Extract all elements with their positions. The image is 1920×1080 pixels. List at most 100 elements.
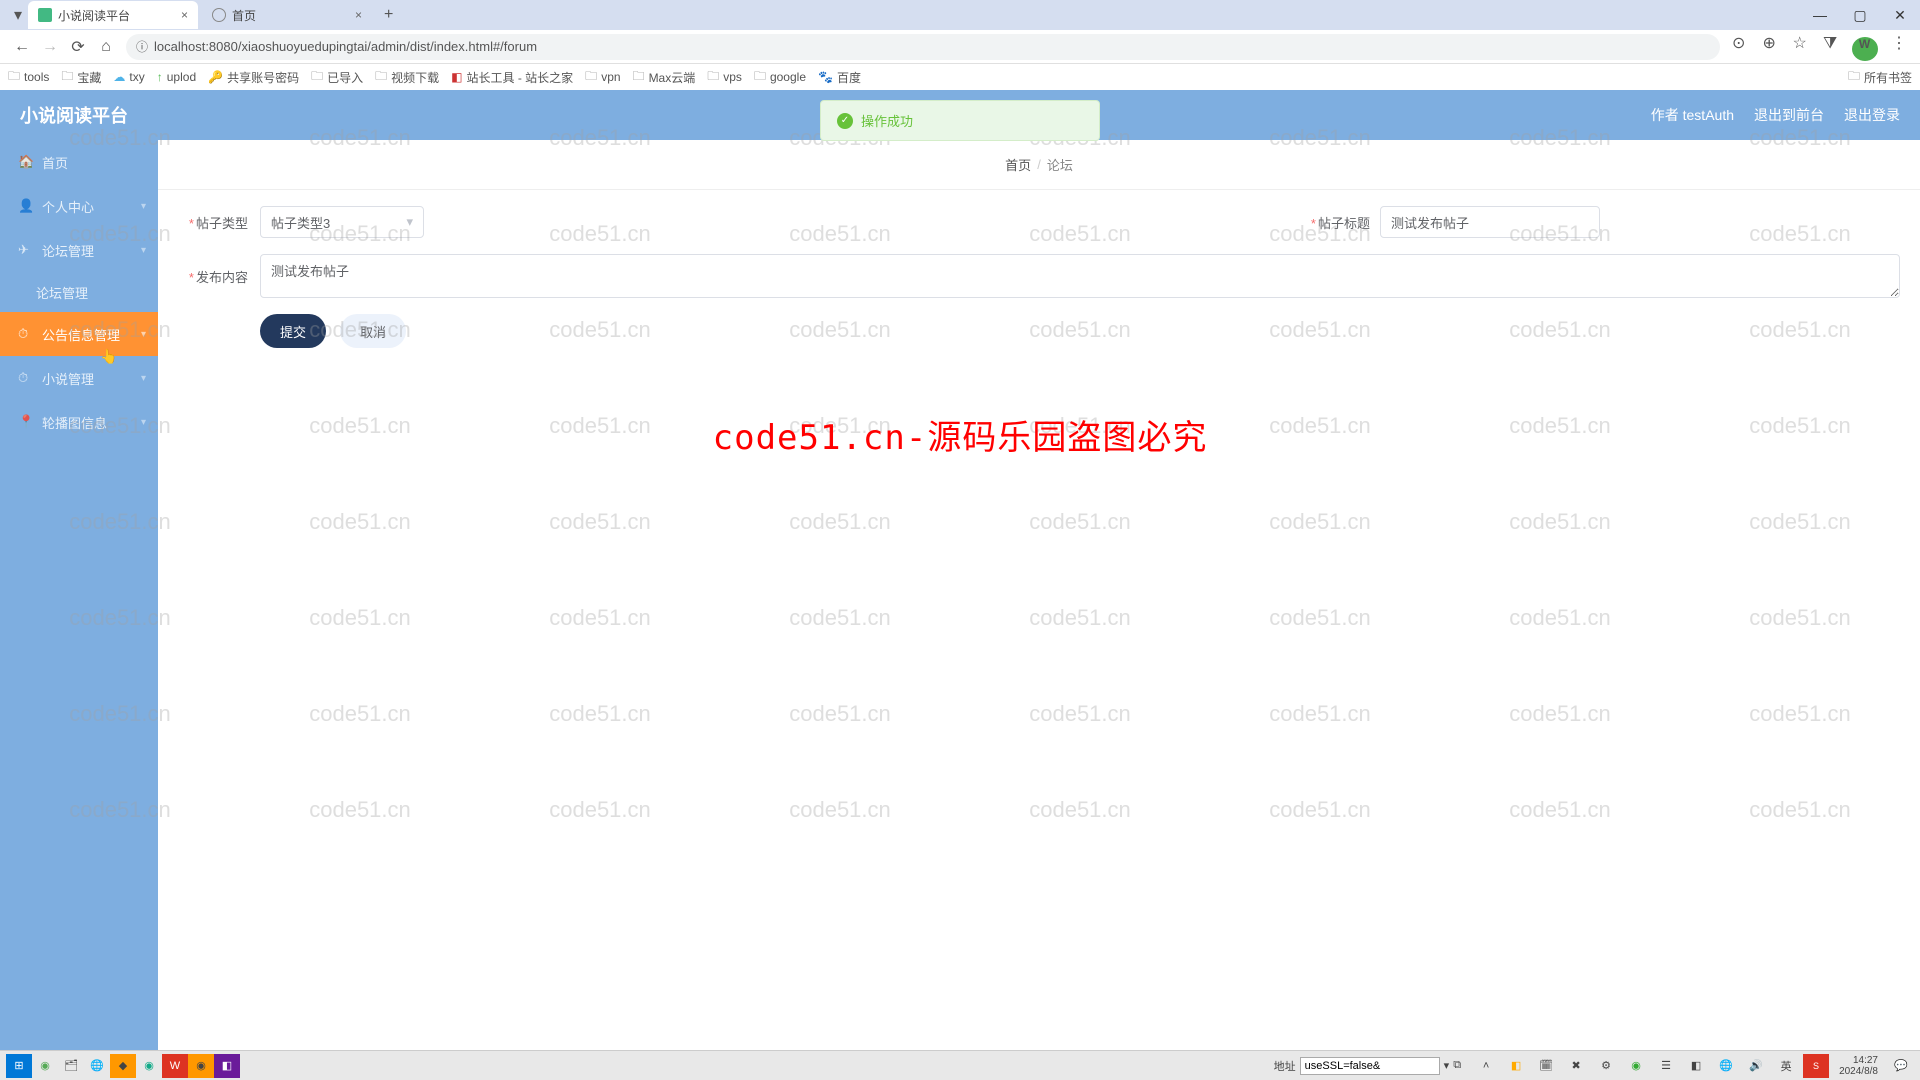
home-icon[interactable]: ⌂ xyxy=(92,38,120,56)
sidebar-item-home[interactable]: 🏠首页 xyxy=(0,140,158,184)
post-title-input[interactable] xyxy=(1380,206,1600,238)
breadcrumb-home[interactable]: 首页 xyxy=(1005,155,1031,174)
bookmarks-bar: 🗀tools 🗀宝藏 ☁txy ↑uplod 🔑共享账号密码 🗀已导入 🗀视频下… xyxy=(0,64,1920,90)
app-icon[interactable]: ◉ xyxy=(188,1054,214,1078)
bookmark-item[interactable]: ↑uplod xyxy=(157,70,196,84)
folder-icon: 🗀 xyxy=(633,67,645,88)
minimize-icon[interactable]: — xyxy=(1800,7,1840,24)
window-controls: — ▢ ✕ xyxy=(1800,7,1920,24)
folder-icon: 🗀 xyxy=(61,67,73,88)
tray-icon[interactable]: ◉ xyxy=(1623,1054,1649,1078)
user-label[interactable]: 作者 testAuth xyxy=(1651,105,1734,125)
copy-icon[interactable]: ⧉ xyxy=(1453,1059,1461,1072)
cancel-button[interactable]: 取消 xyxy=(340,314,406,348)
tray-chevron-icon[interactable]: ˄ xyxy=(1473,1054,1499,1078)
tray-icon[interactable]: 🗓 xyxy=(1533,1054,1559,1078)
chevron-down-icon: ▾ xyxy=(141,373,146,384)
chevron-down-icon: ▾ xyxy=(141,417,146,428)
clock-icon: ⏱ xyxy=(18,370,34,386)
sidebar: 🏠首页 👤个人中心▾ ✈论坛管理▾ 论坛管理 ⏱公告信息管理▾ ⏱小说管理▾ 📍… xyxy=(0,140,158,1050)
tab-title: 首页 xyxy=(232,7,256,24)
sidebar-item-profile[interactable]: 👤个人中心▾ xyxy=(0,184,158,228)
bookmark-item[interactable]: 🗀google xyxy=(754,67,806,88)
date-text: 2024/8/8 xyxy=(1839,1066,1878,1077)
all-bookmarks[interactable]: 🗀所有书签 xyxy=(1848,67,1912,88)
sidebar-item-forum[interactable]: ✈论坛管理▾ xyxy=(0,228,158,272)
post-type-select[interactable]: 帖子类型3 ▾ xyxy=(260,206,424,238)
new-tab-button[interactable]: + xyxy=(376,6,401,24)
bookmark-item[interactable]: 🗀宝藏 xyxy=(61,67,101,88)
sidebar-item-novel[interactable]: ⏱小说管理▾ xyxy=(0,356,158,400)
edge-icon[interactable]: ◉ xyxy=(136,1054,162,1078)
key-icon: 🔑 xyxy=(208,70,223,84)
reload-icon[interactable]: ⟳ xyxy=(64,37,92,57)
toolbar-right: ⊙ ⊕ ☆ ⧩ W ⋮ xyxy=(1726,33,1912,61)
start-icon[interactable]: ⊞ xyxy=(6,1054,32,1078)
profile-avatar[interactable]: W xyxy=(1852,37,1878,61)
ide-icon[interactable]: ◧ xyxy=(214,1054,240,1078)
menu-icon[interactable]: ⋮ xyxy=(1886,33,1912,53)
sidebar-item-announcement[interactable]: ⏱公告信息管理▾ xyxy=(0,312,158,356)
tray-icon[interactable]: ◧ xyxy=(1503,1054,1529,1078)
bookmark-item[interactable]: 🗀已导入 xyxy=(311,67,363,88)
post-content-textarea[interactable] xyxy=(260,254,1900,298)
dropdown-icon[interactable]: ▾ xyxy=(1444,1059,1450,1072)
app-icon[interactable]: W xyxy=(162,1054,188,1078)
cloud-icon: ☁ xyxy=(113,70,125,84)
tray-icon[interactable]: ☰ xyxy=(1653,1054,1679,1078)
exit-to-front-link[interactable]: 退出到前台 xyxy=(1754,105,1824,125)
tray-icon[interactable]: ◧ xyxy=(1683,1054,1709,1078)
pin-icon: 📍 xyxy=(18,414,34,430)
password-icon[interactable]: ⊙ xyxy=(1726,33,1752,53)
success-toast: ✓ 操作成功 xyxy=(820,100,1100,141)
chrome-icon[interactable]: 🌐 xyxy=(84,1054,110,1078)
site-info-icon[interactable]: ⓘ xyxy=(136,38,148,55)
close-window-icon[interactable]: ✕ xyxy=(1880,7,1920,24)
volume-icon[interactable]: 🔊 xyxy=(1743,1054,1769,1078)
forward-icon[interactable]: → xyxy=(36,38,64,56)
bookmark-item[interactable]: ◧站长工具 - 站长之家 xyxy=(451,69,573,86)
bookmark-item[interactable]: 🗀tools xyxy=(8,67,49,88)
time-text: 14:27 xyxy=(1839,1055,1878,1066)
ime-indicator[interactable]: 英 xyxy=(1773,1054,1799,1078)
bookmark-item[interactable]: 🗀vpn xyxy=(585,67,620,88)
bookmark-item[interactable]: 🗀Max云端 xyxy=(633,67,696,88)
bookmark-item[interactable]: 🐾百度 xyxy=(818,69,861,86)
browser-tab-active[interactable]: 小说阅读平台 × xyxy=(28,1,198,29)
clock-icon: ⏱ xyxy=(18,326,34,342)
sublime-icon[interactable]: ◆ xyxy=(110,1054,136,1078)
chevron-down-icon: ▾ xyxy=(141,245,146,256)
db-url-input[interactable] xyxy=(1300,1057,1440,1075)
network-icon[interactable]: 🌐 xyxy=(1713,1054,1739,1078)
maximize-icon[interactable]: ▢ xyxy=(1840,7,1880,24)
bookmark-item[interactable]: 🗀视频下载 xyxy=(375,67,439,88)
taskbar-right: 地址 ▾ ⧉ ˄ ◧ 🗓 ✖ ⚙ ◉ ☰ ◧ 🌐 🔊 英 S 14:27 202… xyxy=(1274,1054,1914,1078)
extensions-icon[interactable]: ⧩ xyxy=(1817,35,1843,53)
tray-icon[interactable]: ⚙ xyxy=(1593,1054,1619,1078)
bookmark-item[interactable]: 🔑共享账号密码 xyxy=(208,69,299,86)
url-input[interactable]: ⓘ localhost:8080/xiaoshuoyuedupingtai/ad… xyxy=(126,34,1720,60)
browser-chrome: ▾ 小说阅读平台 × 首页 × + — ▢ ✕ ← → ⟳ ⌂ ⓘ localh… xyxy=(0,0,1920,90)
notifications-icon[interactable]: 💬 xyxy=(1888,1054,1914,1078)
tray-icon[interactable]: ✖ xyxy=(1563,1054,1589,1078)
tabs-dropdown-icon[interactable]: ▾ xyxy=(8,5,28,25)
logout-link[interactable]: 退出登录 xyxy=(1844,105,1900,125)
url-text: localhost:8080/xiaoshuoyuedupingtai/admi… xyxy=(154,39,537,54)
bookmark-item[interactable]: 🗀vps xyxy=(707,67,742,88)
back-icon[interactable]: ← xyxy=(8,38,36,56)
sidebar-subitem-forum[interactable]: 论坛管理 xyxy=(0,272,158,312)
bookmark-item[interactable]: ☁txy xyxy=(113,70,144,84)
explorer-icon[interactable]: 🗂 xyxy=(58,1054,84,1078)
ime-icon[interactable]: S xyxy=(1803,1054,1829,1078)
close-icon[interactable]: × xyxy=(347,8,362,22)
sidebar-item-carousel[interactable]: 📍轮播图信息▾ xyxy=(0,400,158,444)
toast-text: 操作成功 xyxy=(861,111,913,130)
close-icon[interactable]: × xyxy=(173,8,188,22)
app-icon[interactable]: ◉ xyxy=(32,1054,58,1078)
star-icon[interactable]: ☆ xyxy=(1787,33,1813,53)
submit-button[interactable]: 提交 xyxy=(260,314,326,348)
clock[interactable]: 14:27 2024/8/8 xyxy=(1833,1055,1884,1077)
app-root: 小说阅读平台 作者 testAuth 退出到前台 退出登录 🏠首页 👤个人中心▾… xyxy=(0,90,1920,1050)
translate-icon[interactable]: ⊕ xyxy=(1756,33,1782,53)
browser-tab[interactable]: 首页 × xyxy=(202,1,372,29)
